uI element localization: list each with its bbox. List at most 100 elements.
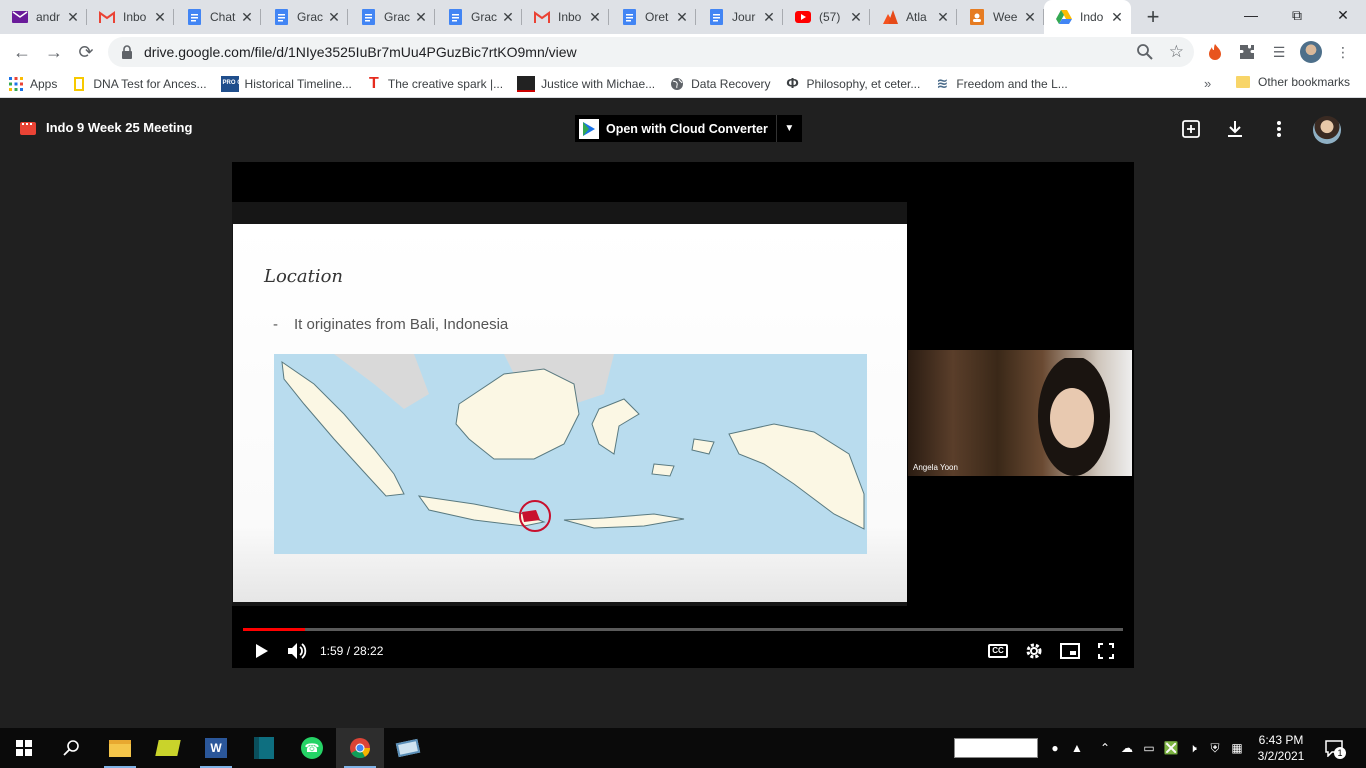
participant-name: Angela Yoon <box>913 463 958 472</box>
close-window-button[interactable]: ✕ <box>1320 0 1366 30</box>
feather-icon: ≋ <box>936 75 949 91</box>
browser-tab[interactable]: Grac ✕ <box>261 0 348 34</box>
video-progress-bar[interactable] <box>243 628 1123 631</box>
app-teal-icon[interactable] <box>240 728 288 768</box>
new-tab-button[interactable]: + <box>1139 3 1167 31</box>
close-tab-icon[interactable]: ✕ <box>326 9 342 26</box>
video-file-icon <box>20 122 36 135</box>
people-icon[interactable]: ● <box>1044 741 1066 755</box>
bookmarks-overflow-icon[interactable]: » <box>1204 76 1211 91</box>
bookmark-philosophy[interactable]: Φ Philosophy, et ceter... <box>785 75 920 92</box>
extensions-puzzle-icon[interactable] <box>1234 39 1260 65</box>
bookmark-freedom[interactable]: ≋ Freedom and the L... <box>934 75 1067 92</box>
chrome-taskbar-icon[interactable] <box>336 728 384 768</box>
presentation-slide: Location - It originates from Bali, Indon… <box>233 224 907 602</box>
bookmark-creative-spark[interactable]: T The creative spark |... <box>366 75 503 92</box>
browser-tab[interactable]: Grac ✕ <box>435 0 522 34</box>
onedrive-icon[interactable]: ☁ <box>1116 741 1138 755</box>
browser-tab[interactable]: Inbo ✕ <box>522 0 609 34</box>
browser-toolbar: ← → ⟳ drive.google.com/file/d/1NIye3525I… <box>0 34 1366 70</box>
volume-icon[interactable] <box>280 636 316 666</box>
close-tab-icon[interactable]: ✕ <box>674 9 690 26</box>
taskbar-clock[interactable]: 6:43 PM 3/2/2021 <box>1250 732 1312 764</box>
close-tab-icon[interactable]: ✕ <box>1022 9 1038 26</box>
notifications-icon[interactable]: 1 <box>1322 736 1346 760</box>
tab-title: Inbo <box>558 10 582 24</box>
address-bar[interactable]: drive.google.com/file/d/1NIye3525IuBr7mU… <box>108 37 1194 67</box>
battery-icon[interactable]: ▭ <box>1138 741 1160 755</box>
close-tab-icon[interactable]: ✕ <box>152 9 168 26</box>
fullscreen-icon[interactable] <box>1088 636 1124 666</box>
file-explorer-icon[interactable] <box>96 728 144 768</box>
account-avatar[interactable] <box>1313 116 1341 144</box>
whatsapp-icon[interactable]: ☎ <box>288 728 336 768</box>
sticky-notes-icon[interactable] <box>144 728 192 768</box>
close-tab-icon[interactable]: ✕ <box>500 9 516 26</box>
show-hidden-icons[interactable]: ⌃ <box>1094 741 1116 755</box>
browser-tab[interactable]: Atla ✕ <box>870 0 957 34</box>
zoom-icon[interactable] <box>1136 43 1154 61</box>
chrome-menu-icon[interactable]: ⋮ <box>1330 39 1356 65</box>
word-icon[interactable]: W <box>192 728 240 768</box>
bookmark-other[interactable]: Other bookmarks <box>1236 75 1350 89</box>
bookmark-star-icon[interactable]: ☆ <box>1169 42 1184 62</box>
gmail-icon <box>534 9 550 25</box>
browser-tab[interactable]: (57) ✕ <box>783 0 870 34</box>
security-shield-icon[interactable]: ⛨ <box>1204 741 1226 756</box>
close-tab-icon[interactable]: ✕ <box>1109 9 1125 26</box>
book-app-icon[interactable] <box>384 728 432 768</box>
search-icon[interactable] <box>48 728 96 768</box>
video-player[interactable]: Location - It originates from Bali, Indon… <box>232 162 1134 668</box>
tab-title: Grac <box>384 10 411 24</box>
reload-button[interactable]: ⟳ <box>70 36 102 68</box>
bookmark-apps[interactable]: Apps <box>8 76 57 92</box>
url-text: drive.google.com/file/d/1NIye3525IuBr7mU… <box>144 44 577 60</box>
close-tab-icon[interactable]: ✕ <box>413 9 429 26</box>
drive-icon <box>1056 9 1072 25</box>
keyboard-layout-icon[interactable]: ▦ <box>1226 741 1248 755</box>
download-icon[interactable] <box>1222 118 1248 140</box>
bookmark-justice[interactable]: Justice with Michae... <box>517 75 655 92</box>
close-tab-icon[interactable]: ✕ <box>587 9 603 26</box>
browser-tab[interactable]: Chat ✕ <box>174 0 261 34</box>
settings-gear-icon[interactable] <box>1016 636 1052 666</box>
minimize-button[interactable]: — <box>1228 0 1274 30</box>
back-button[interactable]: ← <box>6 36 38 68</box>
close-tab-icon[interactable]: ✕ <box>848 9 864 26</box>
wifi-icon[interactable]: ❎ <box>1160 741 1182 755</box>
forward-button[interactable]: → <box>38 36 70 68</box>
browser-tab[interactable]: Inbo ✕ <box>87 0 174 34</box>
more-actions-icon[interactable] <box>1266 118 1292 140</box>
atlassian-icon <box>882 9 898 25</box>
drive-file-viewer: Indo 9 Week 25 Meeting Open with Cloud C… <box>0 98 1366 728</box>
open-with-button[interactable]: Open with Cloud Converter ▼ <box>575 115 802 142</box>
tab-title: Indo <box>1080 10 1104 24</box>
tray-warning-icon[interactable]: ▲ <box>1066 741 1088 755</box>
play-button[interactable] <box>244 636 280 666</box>
close-tab-icon[interactable]: ✕ <box>935 9 951 26</box>
browser-tab[interactable]: Oret ✕ <box>609 0 696 34</box>
open-with-main[interactable]: Open with Cloud Converter <box>575 115 776 142</box>
profile-avatar[interactable] <box>1298 39 1324 65</box>
media-control-icon[interactable]: ☰ <box>1266 39 1292 65</box>
restore-button[interactable]: ⧉ <box>1274 0 1320 30</box>
captions-button[interactable]: CC <box>980 636 1016 666</box>
open-with-dropdown-icon[interactable]: ▼ <box>775 115 802 142</box>
tray-input-box[interactable] <box>954 738 1038 758</box>
close-tab-icon[interactable]: ✕ <box>239 9 255 26</box>
honey-extension-icon[interactable] <box>1202 39 1228 65</box>
close-tab-icon[interactable]: ✕ <box>65 9 81 26</box>
browser-tab[interactable]: Indo ✕ <box>1044 0 1131 34</box>
close-tab-icon[interactable]: ✕ <box>761 9 777 26</box>
browser-tab[interactable]: andr ✕ <box>0 0 87 34</box>
miniplayer-icon[interactable] <box>1052 636 1088 666</box>
bookmark-historical-timeline[interactable]: PRO CON Historical Timeline... <box>220 75 352 92</box>
bookmark-dna-test[interactable]: DNA Test for Ances... <box>71 76 207 92</box>
speaker-icon[interactable]: 🕨 <box>1182 741 1204 756</box>
start-button[interactable] <box>0 728 48 768</box>
bookmark-data-recovery[interactable]: Data Recovery <box>669 76 771 92</box>
browser-tab[interactable]: Jour ✕ <box>696 0 783 34</box>
browser-tab[interactable]: Wee ✕ <box>957 0 1044 34</box>
browser-tab[interactable]: Grac ✕ <box>348 0 435 34</box>
add-to-drive-icon[interactable] <box>1178 118 1204 140</box>
